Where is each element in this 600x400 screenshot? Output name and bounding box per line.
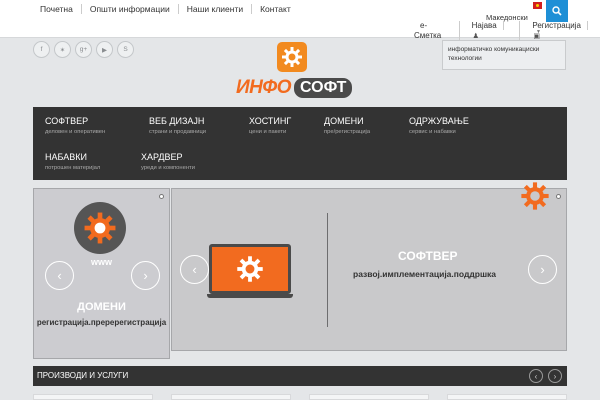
software-subtitle: развој.имплементација.поддршка [353,269,497,279]
domains-title: ДОМЕНИ [77,301,126,313]
ecard-link[interactable]: е-Сметка [408,21,460,42]
menu-item-maintenance[interactable]: ОДРЖУВАЊЕ сервис и набавки [409,116,469,135]
product-card[interactable] [171,394,291,400]
products-bar: ПРОИЗВОДИ И УСЛУГИ ‹ › [33,366,567,386]
chevron-right-icon: › [553,371,557,381]
register-link[interactable]: Регистрација▣ [520,21,600,42]
domains-subtitle: регистрација.преререгистрација [36,318,167,327]
menu-item-supplies[interactable]: НАБАВКИ потрошен материјал [45,152,100,171]
chevron-left-icon: ‹ [57,268,62,283]
gear-icon [520,181,550,216]
search-icon [552,6,562,16]
header-tagline-box: информатичко комуникациски технологии [442,40,566,70]
slide-divider [327,213,328,327]
twitter-icon[interactable]: ✶ [54,41,71,58]
menu-item-domains[interactable]: ДОМЕНИ пре/регистрација [324,116,370,135]
nav-contact[interactable]: Контакт [252,4,299,14]
menu-item-hardware[interactable]: ХАРДВЕР уреди и компоненти [141,152,195,171]
menu-item-hosting[interactable]: ХОСТИНГ цени и пакети [249,116,291,135]
chevron-right-icon: › [540,262,545,277]
laptop-base [207,294,293,298]
menu-item-software[interactable]: СОФТВЕР деловен и оперативен [45,116,105,135]
products-title: ПРОИЗВОДИ И УСЛУГИ [37,371,129,380]
nav-home[interactable]: Почетна [32,4,82,14]
slider-prev-button[interactable]: ‹ [45,261,74,290]
slider-next-button[interactable]: › [528,255,557,284]
domains-slider: www ‹ › ДОМЕНИ регистрација.преререгистр… [33,188,170,359]
skype-icon[interactable]: S [117,41,134,58]
product-card[interactable] [309,394,429,400]
google-plus-icon[interactable]: g+ [75,41,92,58]
gear-icon [282,47,302,67]
laptop-icon [209,244,291,294]
menu-item-web-design[interactable]: ВЕБ ДИЗАЈН страни и продавници [149,116,206,135]
nav-clients[interactable]: Наши клиенти [179,4,253,14]
chevron-left-icon: ‹ [192,262,197,277]
top-bar: Почетна Општи информации Наши клиенти Ко… [0,0,600,42]
search-button[interactable] [546,0,568,22]
youtube-icon[interactable]: ▶ [96,41,113,58]
product-card[interactable] [33,394,153,400]
site-logo[interactable]: ИНФО СОФТ [236,77,353,99]
slider-dot[interactable] [556,194,561,199]
chevron-left-icon: ‹ [534,371,538,381]
software-slider: ‹ › СОФТВЕР развој.имплементација.поддрш… [171,182,567,351]
macedonia-flag-icon[interactable] [533,2,542,9]
nav-general-info[interactable]: Општи информации [82,4,179,14]
login-link[interactable]: Најава♟ [460,21,521,42]
slider-prev-button[interactable]: ‹ [180,255,209,284]
slider-next-button[interactable]: › [131,261,160,290]
gear-icon [237,256,263,282]
logo-gear-icon[interactable] [277,42,307,72]
account-links: е-Сметка Најава♟ Регистрација▣ [408,21,600,42]
product-card[interactable] [447,394,567,400]
software-title: СОФТВЕР [398,249,458,263]
main-menu: СОФТВЕР деловен и оперативен ВЕБ ДИЗАЈН … [33,107,567,180]
social-links: f ✶ g+ ▶ S [33,41,134,58]
products-next-button[interactable]: › [548,369,562,383]
gear-icon [74,202,126,254]
logo-part-soft: СОФТ [294,78,353,98]
slider-dot[interactable] [159,194,164,199]
chevron-right-icon: › [143,268,148,283]
top-navigation: Почетна Општи информации Наши клиенти Ко… [32,4,299,14]
products-prev-button[interactable]: ‹ [529,369,543,383]
facebook-icon[interactable]: f [33,41,50,58]
logo-part-info: ИНФО [236,77,292,98]
header-tagline: информатичко комуникациски технологии [448,46,540,62]
